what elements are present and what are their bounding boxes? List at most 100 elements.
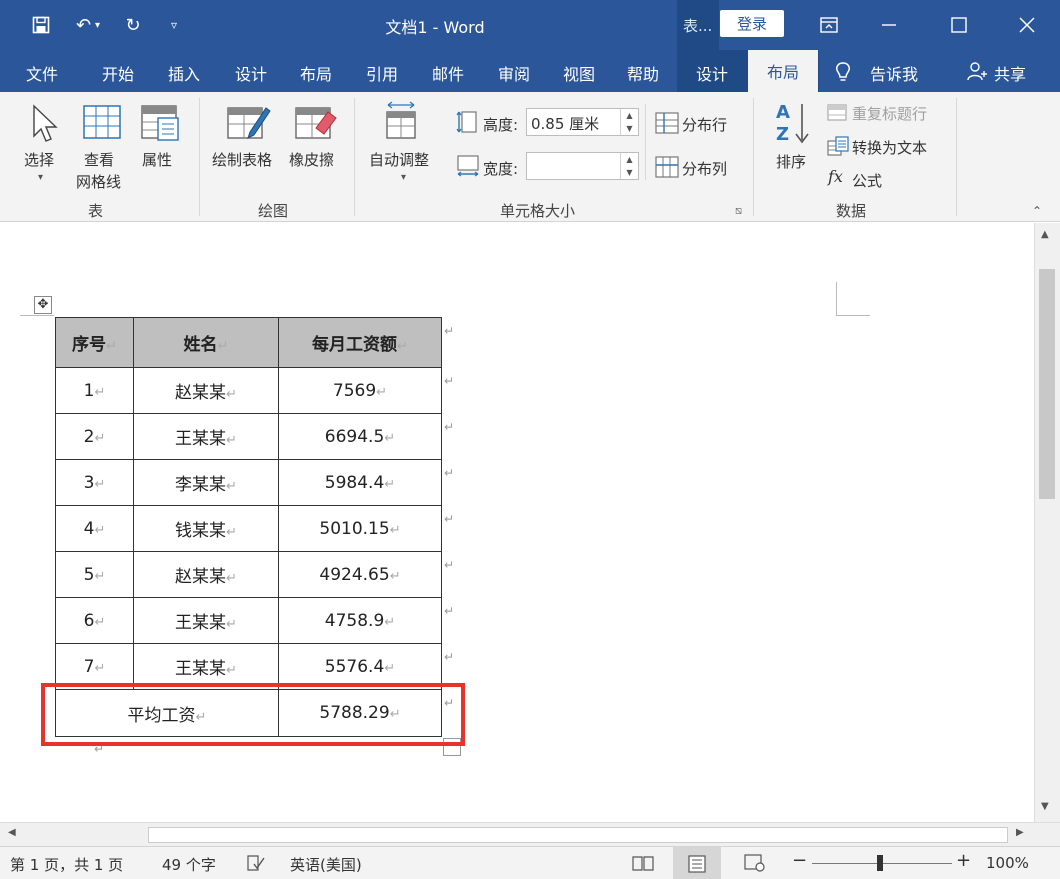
ribbon-display-options-icon[interactable]: [806, 8, 852, 42]
lightbulb-icon[interactable]: [834, 61, 852, 87]
header-cell-salary[interactable]: 每月工资额↵: [278, 317, 442, 368]
maximize-icon[interactable]: [936, 8, 982, 42]
select-cursor-icon[interactable]: [30, 104, 60, 150]
tab-insert[interactable]: 插入: [168, 61, 200, 85]
tab-view[interactable]: 视图: [563, 61, 595, 85]
cell-salary[interactable]: 5984.4↵: [278, 459, 442, 506]
cell-name[interactable]: 钱某某↵: [133, 505, 279, 552]
cell-name[interactable]: 王某某↵: [133, 597, 279, 644]
cell-name[interactable]: 李某某↵: [133, 459, 279, 506]
scroll-up-icon[interactable]: ▲: [1041, 229, 1049, 240]
tab-review[interactable]: 审阅: [498, 61, 530, 85]
row-height-input[interactable]: 0.85 厘米 ▲ ▼: [526, 108, 639, 136]
tab-home[interactable]: 开始: [102, 61, 134, 85]
share-button[interactable]: 共享: [994, 61, 1026, 85]
tab-table-design[interactable]: 设计: [696, 61, 728, 85]
tab-help[interactable]: 帮助: [627, 61, 659, 85]
autofit-dropdown-icon[interactable]: ▾: [401, 172, 406, 183]
ribbon-separator: [753, 98, 754, 216]
scroll-down-icon[interactable]: ▼: [1041, 801, 1049, 812]
zoom-level[interactable]: 100%: [986, 854, 1029, 872]
cell-no[interactable]: 2↵: [55, 413, 134, 460]
ribbon-separator: [199, 98, 200, 216]
zoom-in-icon[interactable]: +: [956, 850, 971, 871]
header-cell-no[interactable]: 序号↵: [55, 317, 134, 368]
scroll-left-icon[interactable]: ◀: [8, 827, 16, 838]
cell-no[interactable]: 3↵: [55, 459, 134, 506]
proofing-icon[interactable]: [246, 854, 266, 876]
header-cell-name[interactable]: 姓名↵: [133, 317, 279, 368]
web-layout-icon[interactable]: [744, 854, 766, 876]
cell-salary[interactable]: 5010.15↵: [278, 505, 442, 552]
cell-name[interactable]: 赵某某↵: [133, 551, 279, 598]
draw-table-button[interactable]: 绘制表格: [212, 149, 272, 170]
minimize-icon[interactable]: [866, 8, 912, 42]
cell-salary[interactable]: 4758.9↵: [278, 597, 442, 644]
distribute-columns-icon[interactable]: [655, 156, 679, 182]
ribbon-tabs: 文件 开始 插入 设计 布局 引用 邮件 审阅 视图 帮助 设计 布局 告诉我 …: [0, 50, 1060, 92]
cell-name[interactable]: 赵某某↵: [133, 367, 279, 414]
vertical-scroll-thumb[interactable]: [1039, 269, 1055, 499]
page-count[interactable]: 第 1 页，共 1 页: [10, 854, 123, 875]
select-dropdown-icon[interactable]: ▾: [38, 172, 43, 183]
repeat-header-button[interactable]: 重复标题行: [852, 103, 927, 124]
tell-me-search[interactable]: 告诉我: [870, 61, 918, 85]
column-width-spinner[interactable]: ▲ ▼: [620, 153, 638, 179]
sort-button[interactable]: 排序: [776, 151, 806, 172]
cell-salary[interactable]: 7569↵: [278, 367, 442, 414]
distribute-rows-icon[interactable]: [655, 112, 679, 138]
eraser-button[interactable]: 橡皮擦: [289, 149, 334, 170]
tab-mailings[interactable]: 邮件: [432, 61, 464, 85]
view-gridlines-button[interactable]: 查看: [84, 149, 114, 170]
tab-design[interactable]: 设计: [235, 61, 267, 85]
vertical-scrollbar[interactable]: ▲ ▼: [1034, 223, 1060, 823]
language-indicator[interactable]: 英语(美国): [290, 854, 362, 875]
draw-table-icon[interactable]: [226, 102, 272, 146]
formula-fx-icon[interactable]: fx: [828, 167, 843, 186]
horizontal-scroll-thumb[interactable]: [148, 827, 1008, 843]
tab-references[interactable]: 引用: [366, 61, 398, 85]
cell-no[interactable]: 1↵: [55, 367, 134, 414]
cell-size-dialog-launcher-icon[interactable]: ⧅: [735, 204, 742, 218]
tab-table-layout[interactable]: 布局: [748, 50, 818, 92]
table-move-handle-icon[interactable]: ✥: [34, 296, 52, 314]
tab-file[interactable]: 文件: [26, 61, 58, 85]
properties-button[interactable]: 属性: [142, 149, 172, 170]
login-button[interactable]: 登录: [720, 10, 784, 37]
distribute-columns-button[interactable]: 分布列: [682, 158, 727, 179]
distribute-rows-button[interactable]: 分布行: [682, 114, 727, 135]
view-gridlines-icon[interactable]: [82, 104, 122, 146]
cell-no[interactable]: 4↵: [55, 505, 134, 552]
cell-salary[interactable]: 4924.65↵: [278, 551, 442, 598]
close-icon[interactable]: [1004, 8, 1050, 42]
cell-name[interactable]: 王某某↵: [133, 413, 279, 460]
cell-salary[interactable]: 6694.5↵: [278, 413, 442, 460]
scroll-right-icon[interactable]: ▶: [1016, 827, 1024, 838]
convert-to-text-button[interactable]: 转换为文本: [852, 137, 927, 158]
autofit-button[interactable]: 自动调整: [369, 149, 429, 170]
cell-no[interactable]: 5↵: [55, 551, 134, 598]
zoom-out-icon[interactable]: −: [792, 850, 807, 871]
horizontal-scrollbar[interactable]: ◀ ▶: [0, 822, 1060, 846]
table-properties-icon[interactable]: [140, 104, 180, 146]
ribbon-separator: [354, 98, 355, 216]
share-icon[interactable]: [966, 61, 988, 85]
autofit-icon[interactable]: [384, 100, 418, 144]
collapse-ribbon-icon[interactable]: ⌃: [1032, 204, 1042, 218]
formula-button[interactable]: 公式: [852, 170, 882, 191]
ribbon-separator: [956, 98, 957, 216]
tab-layout[interactable]: 布局: [300, 61, 332, 85]
word-count[interactable]: 49 个字: [162, 854, 216, 875]
zoom-slider-thumb[interactable]: [877, 855, 883, 871]
table-row: 5↵ 赵某某↵ 4924.65↵: [55, 551, 442, 598]
cell-no[interactable]: 6↵: [55, 597, 134, 644]
convert-to-text-icon[interactable]: [827, 136, 849, 162]
print-layout-view-icon[interactable]: [673, 847, 721, 879]
row-height-spinner[interactable]: ▲ ▼: [620, 109, 638, 135]
end-of-row-mark: ↵: [444, 324, 455, 338]
eraser-icon[interactable]: [294, 102, 338, 146]
sort-az-icon[interactable]: AZ: [775, 100, 811, 150]
column-width-input[interactable]: ▲ ▼: [526, 152, 639, 180]
select-button[interactable]: 选择: [24, 149, 54, 170]
read-mode-icon[interactable]: [632, 854, 654, 876]
